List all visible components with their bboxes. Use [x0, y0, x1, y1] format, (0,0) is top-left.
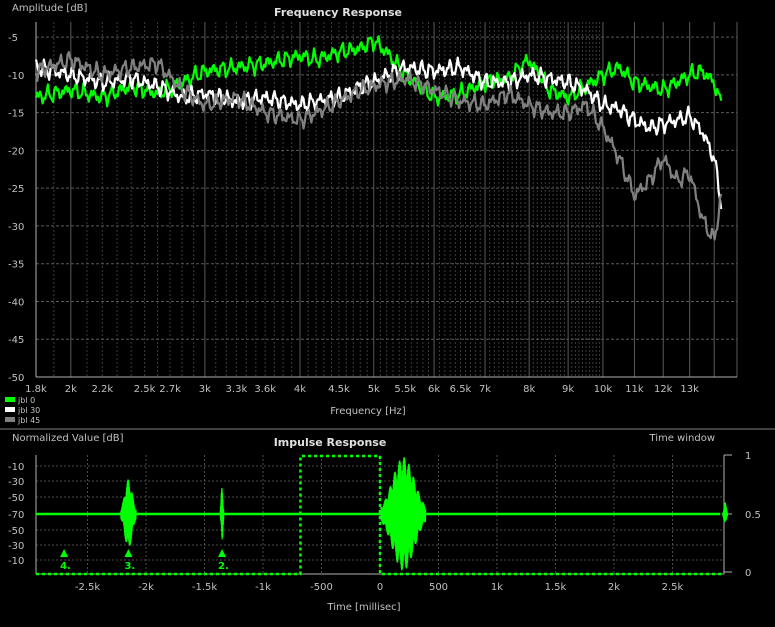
fr-x-tick-label: 4k: [294, 384, 306, 395]
ir-x-tick-label: -500: [310, 582, 333, 593]
fr-legend-swatch: [5, 397, 15, 402]
fr-legend-swatch: [5, 417, 15, 422]
fr-y-tick-label: -15: [8, 109, 24, 120]
ir-y2label: Time window: [648, 433, 715, 444]
ir-x-tick-label: 1k: [491, 582, 503, 593]
ir-y2-tick-label: 0.5: [745, 510, 761, 521]
fr-y-tick-label: -35: [8, 260, 24, 271]
fr-x-tick-label: 13k: [680, 384, 699, 395]
fr-x-tick-label: 2k: [65, 384, 77, 395]
frequency-response-panel: Amplitude [dB] Frequency Response Freque…: [5, 3, 738, 425]
ir-x-tick-label: -2k: [138, 582, 154, 593]
ir-y-tick-label: -30: [8, 477, 24, 488]
chart-canvas: Amplitude [dB] Frequency Response Freque…: [0, 3, 775, 613]
fr-x-tick-label: 9k: [562, 384, 574, 395]
ir-y2-tick-label: 0: [745, 568, 751, 579]
ir-marker-label: 2.: [218, 561, 229, 572]
chart-figure: Amplitude [dB] Frequency Response Freque…: [0, 0, 775, 623]
ir-x-tick-label: -2.5k: [75, 582, 101, 593]
ir-marker-label: 4.: [60, 561, 71, 572]
fr-x-tick-label: 2.2k: [91, 384, 113, 395]
fr-legend-swatch: [5, 407, 15, 412]
fr-x-tick-label: 4.5k: [328, 384, 350, 395]
fr-x-ticks: 1.8k 2k 2.2k 2.5k 2.7k 3k 3.3k 3.6k 4k 4.5k 5k 5.5k…: [25, 384, 699, 395]
ir-burst: [120, 479, 137, 546]
fr-series: [34, 35, 723, 241]
fr-y-tick-label: -10: [8, 71, 24, 82]
ir-x-tick-label: 0: [377, 582, 383, 593]
fr-x-tick-label: 3.6k: [254, 384, 276, 395]
fr-y-tick-label: -25: [8, 184, 24, 195]
ir-burst: [219, 488, 225, 540]
fr-xlabel: Frequency [Hz]: [330, 406, 406, 417]
ir-x-tick-label: 1.5k: [545, 582, 567, 593]
fr-x-tick-label: 5k: [368, 384, 380, 395]
fr-y-tick-label: -40: [8, 297, 24, 308]
ir-burst: [380, 457, 427, 571]
ir-y-tick-label: -50: [8, 493, 24, 504]
fr-x-tick-label: 3.3k: [226, 384, 248, 395]
fr-x-tick-label: 12k: [654, 384, 673, 395]
fr-y-tick-label: -50: [8, 373, 24, 384]
fr-x-tick-label: 10k: [594, 384, 613, 395]
ir-title: Impulse Response: [274, 436, 387, 449]
fr-x-tick-label: 1.8k: [25, 384, 47, 395]
ir-y-tick-label: -10: [8, 556, 24, 567]
fr-y-tick-label: -20: [8, 146, 24, 157]
fr-y-tick-label: -30: [8, 222, 24, 233]
ir-x-tick-label: -1.5k: [192, 582, 218, 593]
fr-x-tick-label: 2.5k: [134, 384, 156, 395]
fr-x-tick-label: 7k: [479, 384, 491, 395]
fr-series-line-jbl-30: [34, 56, 723, 210]
fr-title: Frequency Response: [274, 6, 402, 19]
fr-legend-label: jbl 30: [17, 406, 40, 415]
ir-x-tick-label: -1k: [255, 582, 271, 593]
fr-x-tick-label: 8k: [523, 384, 535, 395]
ir-marker-label: 3.: [124, 561, 135, 572]
ir-y-tick-label: -50: [8, 526, 24, 537]
fr-x-tick-label: 3k: [199, 384, 211, 395]
fr-x-tick-label: 5.5k: [394, 384, 416, 395]
ir-y2-tick-label: 1: [745, 451, 751, 462]
fr-x-tick-label: 6k: [428, 384, 440, 395]
ir-ylabel: Normalized Value [dB]: [12, 433, 124, 444]
ir-marker-triangle: [124, 549, 133, 557]
fr-ylabel: Amplitude [dB]: [12, 3, 88, 14]
fr-legend: jbl 0jbl 30jbl 45: [5, 396, 40, 425]
fr-y-tick-label: -5: [8, 33, 18, 44]
ir-marker-triangle: [60, 549, 69, 557]
fr-legend-label: jbl 0: [17, 396, 35, 405]
fr-x-tick-label: 2.7k: [159, 384, 181, 395]
impulse-response-panel: Normalized Value [dB] Impulse Response T…: [8, 433, 761, 613]
ir-y-tick-label: -30: [8, 541, 24, 552]
ir-x-tick-label: 2.5k: [662, 582, 684, 593]
ir-y-tick-label: -70: [8, 510, 24, 521]
ir-marker-triangle: [218, 549, 227, 557]
fr-legend-label: jbl 45: [17, 416, 40, 425]
ir-x-tick-label: 500: [429, 582, 448, 593]
fr-x-tick-label: 11k: [625, 384, 644, 395]
ir-y-tick-label: -10: [8, 462, 24, 473]
fr-y-tick-label: -45: [8, 335, 24, 346]
ir-xlabel: Time [millisec]: [326, 602, 400, 613]
ir-signal: [36, 454, 729, 576]
fr-x-tick-label: 6.5k: [450, 384, 472, 395]
fr-y-ticks: -5 -10 -15 -20 -25 -30 -35 -40 -45 -50: [8, 33, 24, 384]
ir-x-tick-label: 2k: [608, 582, 620, 593]
